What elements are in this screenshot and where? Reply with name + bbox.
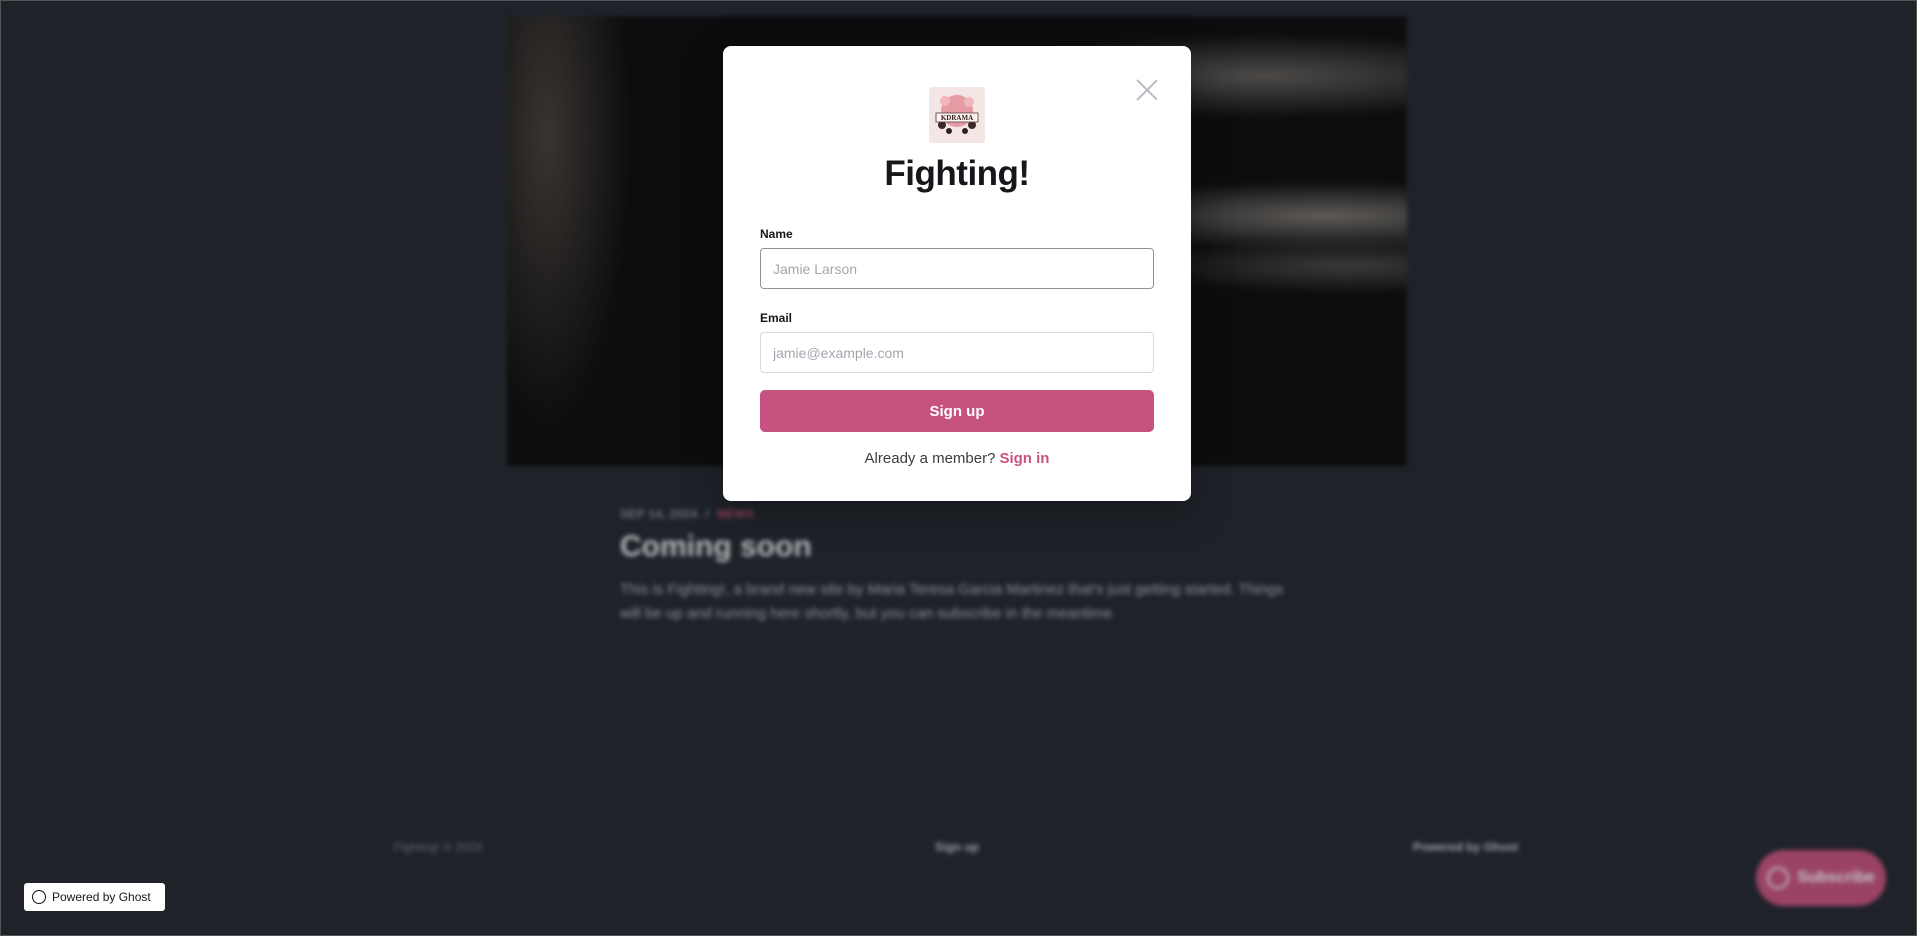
signup-modal: KDRAMA Fighting! Name Email Sign up Alre… xyxy=(723,46,1191,501)
name-input[interactable] xyxy=(760,248,1154,289)
close-icon[interactable] xyxy=(1135,78,1159,102)
powered-by-ghost-badge[interactable]: Powered by Ghost xyxy=(24,883,165,911)
signup-button[interactable]: Sign up xyxy=(760,390,1154,432)
email-input[interactable] xyxy=(760,332,1154,373)
site-logo: KDRAMA xyxy=(929,87,985,143)
email-label: Email xyxy=(760,311,793,325)
ghost-icon xyxy=(32,890,46,904)
modal-title: Fighting! xyxy=(884,154,1030,193)
member-prompt: Already a member? xyxy=(864,450,996,467)
name-label: Name xyxy=(760,227,793,241)
badge-label: Powered by Ghost xyxy=(52,890,151,904)
logo-text: KDRAMA xyxy=(941,114,973,122)
signin-row: Already a member? Sign in xyxy=(723,450,1191,467)
signin-link[interactable]: Sign in xyxy=(999,450,1049,467)
